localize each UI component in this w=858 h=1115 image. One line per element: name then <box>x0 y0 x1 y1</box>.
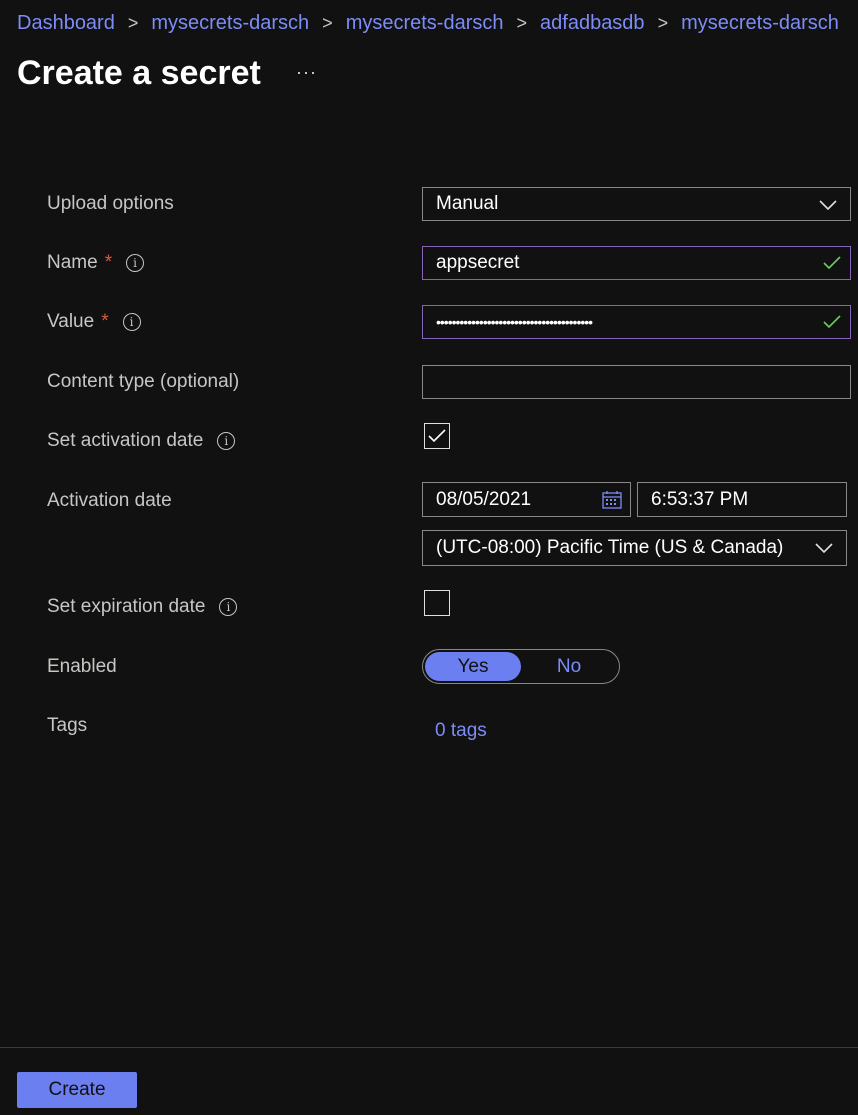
name-input[interactable]: appsecret <box>422 246 851 280</box>
check-icon <box>428 429 446 443</box>
upload-options-dropdown[interactable]: Manual <box>422 187 851 221</box>
timezone-dropdown[interactable]: (UTC-08:00) Pacific Time (US & Canada) <box>422 530 847 566</box>
activation-date-label: Activation date <box>47 490 172 511</box>
check-icon <box>823 315 841 329</box>
info-icon[interactable]: i <box>122 313 141 331</box>
required-marker: * <box>101 311 109 332</box>
enabled-yes-option[interactable]: Yes <box>425 652 521 681</box>
info-icon[interactable]: i <box>219 598 238 616</box>
footer-divider <box>0 1047 858 1048</box>
chevron-right-icon: > <box>322 13 333 33</box>
breadcrumb-mysecrets-1[interactable]: mysecrets-darsch <box>151 12 309 35</box>
chevron-down-icon <box>815 543 833 554</box>
set-expiration-date-label: Set expiration date i <box>47 596 238 618</box>
tags-label: Tags <box>47 715 88 736</box>
page-title: Create a secret <box>17 54 261 92</box>
breadcrumb-adfadbasdb[interactable]: adfadbasdb <box>540 12 645 35</box>
breadcrumb-mysecrets-2[interactable]: mysecrets-darsch <box>346 12 504 35</box>
tags-link[interactable]: 0 tags <box>435 720 487 742</box>
info-icon[interactable]: i <box>217 432 236 450</box>
chevron-right-icon: > <box>127 13 139 33</box>
enabled-toggle[interactable]: Yes No <box>422 649 620 684</box>
value-label: Value * i <box>47 311 141 333</box>
content-type-input[interactable] <box>422 365 851 399</box>
upload-options-label: Upload options <box>47 193 174 214</box>
breadcrumb-dashboard[interactable]: Dashboard <box>17 12 115 35</box>
set-activation-date-checkbox[interactable] <box>424 423 450 449</box>
set-activation-date-label: Set activation date i <box>47 430 236 452</box>
enabled-no-option[interactable]: No <box>521 652 617 681</box>
check-icon <box>823 256 841 270</box>
value-input[interactable]: •••••••••••••••••••••••••••••••••••••••• <box>422 305 851 339</box>
calendar-icon[interactable] <box>602 491 622 509</box>
breadcrumb: Dashboard > mysecrets-darsch > mysecrets… <box>17 12 839 35</box>
enabled-label: Enabled <box>47 656 117 677</box>
chevron-right-icon: > <box>657 13 669 33</box>
chevron-right-icon: > <box>516 13 528 33</box>
info-icon[interactable]: i <box>126 254 145 272</box>
content-type-label: Content type (optional) <box>47 371 240 392</box>
breadcrumb-mysecrets-3[interactable]: mysecrets-darsch <box>681 12 839 35</box>
required-marker: * <box>104 252 113 273</box>
activation-time-input[interactable]: 6:53:37 PM <box>637 482 847 517</box>
create-button[interactable]: Create <box>17 1072 137 1108</box>
activation-date-input[interactable]: 08/05/2021 <box>422 482 631 517</box>
name-label: Name * i <box>47 252 145 274</box>
more-options-button[interactable]: ··· <box>296 62 317 83</box>
chevron-down-icon <box>819 200 837 211</box>
set-expiration-date-checkbox[interactable] <box>424 590 450 616</box>
